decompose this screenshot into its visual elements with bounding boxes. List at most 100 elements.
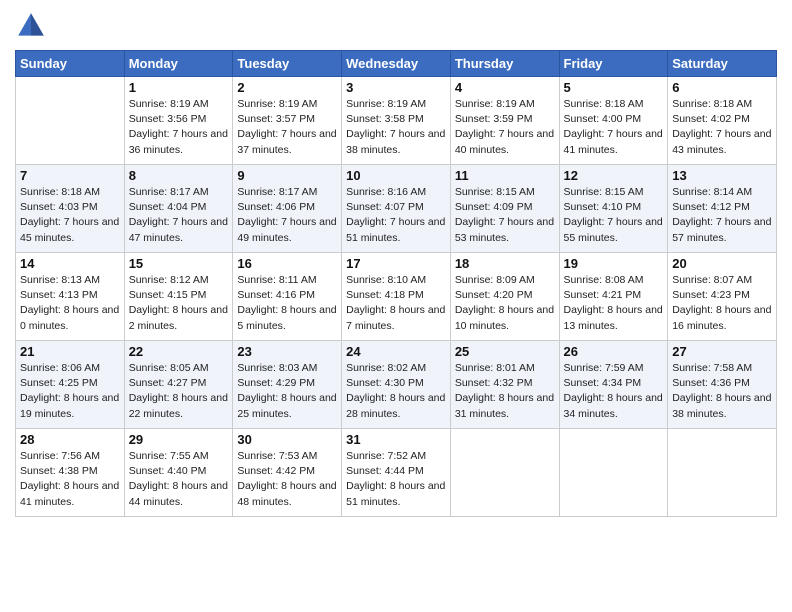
calendar-cell: 16 Sunrise: 8:11 AMSunset: 4:16 PMDayligh… <box>233 253 342 341</box>
calendar-cell: 27Sunrise: 7:58 AMSunset: 4:36 PMDayligh… <box>668 341 777 429</box>
calendar-week-2: 14 Sunrise: 8:13 AMSunset: 4:13 PMDayligh… <box>16 253 777 341</box>
calendar-cell <box>16 77 125 165</box>
day-number: 31 <box>346 432 446 447</box>
day-info: Sunrise: 8:19 AMSunset: 3:59 PMDaylight:… <box>455 97 555 158</box>
day-info: Sunrise: 8:14 AMSunset: 4:12 PMDaylight:… <box>672 185 772 246</box>
calendar-cell <box>668 429 777 517</box>
day-info: Sunrise: 8:02 AMSunset: 4:30 PMDaylight:… <box>346 361 446 422</box>
day-number: 16 <box>237 256 337 271</box>
day-number: 6 <box>672 80 772 95</box>
day-info: Sunrise: 8:09 AMSunset: 4:20 PMDaylight:… <box>455 273 555 334</box>
calendar-week-4: 28 Sunrise: 7:56 AMSunset: 4:38 PMDayligh… <box>16 429 777 517</box>
day-number: 23 <box>237 344 337 359</box>
day-info: Sunrise: 8:19 AMSunset: 3:57 PMDaylight:… <box>237 97 337 158</box>
calendar-cell <box>559 429 668 517</box>
calendar-cell: 12 Sunrise: 8:15 AMSunset: 4:10 PMDayligh… <box>559 165 668 253</box>
calendar-cell: 2Sunrise: 8:19 AMSunset: 3:57 PMDaylight… <box>233 77 342 165</box>
day-number: 28 <box>20 432 120 447</box>
calendar-cell: 26 Sunrise: 7:59 AMSunset: 4:34 PMDayligh… <box>559 341 668 429</box>
calendar-week-3: 21 Sunrise: 8:06 AMSunset: 4:25 PMDayligh… <box>16 341 777 429</box>
day-number: 22 <box>129 344 229 359</box>
day-info: Sunrise: 8:11 AMSunset: 4:16 PMDaylight:… <box>237 273 337 334</box>
calendar-cell: 23 Sunrise: 8:03 AMSunset: 4:29 PMDayligh… <box>233 341 342 429</box>
day-info: Sunrise: 7:59 AMSunset: 4:34 PMDaylight:… <box>564 361 664 422</box>
day-number: 21 <box>20 344 120 359</box>
day-number: 14 <box>20 256 120 271</box>
col-header-saturday: Saturday <box>668 51 777 77</box>
day-number: 27 <box>672 344 772 359</box>
day-number: 10 <box>346 168 446 183</box>
col-header-friday: Friday <box>559 51 668 77</box>
day-info: Sunrise: 8:07 AMSunset: 4:23 PMDaylight:… <box>672 273 772 334</box>
day-info: Sunrise: 8:17 AMSunset: 4:04 PMDaylight:… <box>129 185 229 246</box>
col-header-thursday: Thursday <box>450 51 559 77</box>
day-number: 25 <box>455 344 555 359</box>
calendar-cell: 1Sunrise: 8:19 AMSunset: 3:56 PMDaylight… <box>124 77 233 165</box>
calendar-cell: 9 Sunrise: 8:17 AMSunset: 4:06 PMDaylight… <box>233 165 342 253</box>
calendar-cell: 4 Sunrise: 8:19 AMSunset: 3:59 PMDaylight… <box>450 77 559 165</box>
day-number: 11 <box>455 168 555 183</box>
col-header-sunday: Sunday <box>16 51 125 77</box>
calendar-cell: 6Sunrise: 8:18 AMSunset: 4:02 PMDaylight… <box>668 77 777 165</box>
day-number: 15 <box>129 256 229 271</box>
calendar-table: SundayMondayTuesdayWednesdayThursdayFrid… <box>15 50 777 517</box>
calendar-cell: 30Sunrise: 7:53 AMSunset: 4:42 PMDayligh… <box>233 429 342 517</box>
calendar-week-1: 7 Sunrise: 8:18 AMSunset: 4:03 PMDaylight… <box>16 165 777 253</box>
day-number: 24 <box>346 344 446 359</box>
day-number: 3 <box>346 80 446 95</box>
calendar-cell: 19 Sunrise: 8:08 AMSunset: 4:21 PMDayligh… <box>559 253 668 341</box>
day-info: Sunrise: 8:18 AMSunset: 4:03 PMDaylight:… <box>20 185 120 246</box>
calendar-cell: 29Sunrise: 7:55 AMSunset: 4:40 PMDayligh… <box>124 429 233 517</box>
day-number: 12 <box>564 168 664 183</box>
calendar-cell: 31 Sunrise: 7:52 AMSunset: 4:44 PMDayligh… <box>342 429 451 517</box>
day-number: 20 <box>672 256 772 271</box>
day-number: 7 <box>20 168 120 183</box>
day-info: Sunrise: 7:56 AMSunset: 4:38 PMDaylight:… <box>20 449 120 510</box>
day-info: Sunrise: 8:03 AMSunset: 4:29 PMDaylight:… <box>237 361 337 422</box>
day-number: 26 <box>564 344 664 359</box>
day-info: Sunrise: 8:12 AMSunset: 4:15 PMDaylight:… <box>129 273 229 334</box>
day-number: 5 <box>564 80 664 95</box>
calendar-week-0: 1Sunrise: 8:19 AMSunset: 3:56 PMDaylight… <box>16 77 777 165</box>
calendar-cell: 11Sunrise: 8:15 AMSunset: 4:09 PMDayligh… <box>450 165 559 253</box>
col-header-wednesday: Wednesday <box>342 51 451 77</box>
day-number: 18 <box>455 256 555 271</box>
day-info: Sunrise: 8:06 AMSunset: 4:25 PMDaylight:… <box>20 361 120 422</box>
day-info: Sunrise: 8:13 AMSunset: 4:13 PMDaylight:… <box>20 273 120 334</box>
col-header-tuesday: Tuesday <box>233 51 342 77</box>
day-number: 8 <box>129 168 229 183</box>
calendar-cell <box>450 429 559 517</box>
day-number: 13 <box>672 168 772 183</box>
day-number: 17 <box>346 256 446 271</box>
calendar-cell: 14 Sunrise: 8:13 AMSunset: 4:13 PMDayligh… <box>16 253 125 341</box>
day-number: 4 <box>455 80 555 95</box>
calendar-header-row: SundayMondayTuesdayWednesdayThursdayFrid… <box>16 51 777 77</box>
day-number: 9 <box>237 168 337 183</box>
day-info: Sunrise: 8:17 AMSunset: 4:06 PMDaylight:… <box>237 185 337 246</box>
header <box>15 10 777 42</box>
page: SundayMondayTuesdayWednesdayThursdayFrid… <box>0 0 792 612</box>
logo-icon <box>15 10 47 42</box>
calendar-cell: 20 Sunrise: 8:07 AMSunset: 4:23 PMDayligh… <box>668 253 777 341</box>
calendar-cell: 13 Sunrise: 8:14 AMSunset: 4:12 PMDayligh… <box>668 165 777 253</box>
day-number: 30 <box>237 432 337 447</box>
calendar-cell: 18 Sunrise: 8:09 AMSunset: 4:20 PMDayligh… <box>450 253 559 341</box>
day-info: Sunrise: 8:19 AMSunset: 3:56 PMDaylight:… <box>129 97 229 158</box>
day-info: Sunrise: 8:08 AMSunset: 4:21 PMDaylight:… <box>564 273 664 334</box>
day-info: Sunrise: 8:10 AMSunset: 4:18 PMDaylight:… <box>346 273 446 334</box>
calendar-cell: 15 Sunrise: 8:12 AMSunset: 4:15 PMDayligh… <box>124 253 233 341</box>
calendar-cell: 3Sunrise: 8:19 AMSunset: 3:58 PMDaylight… <box>342 77 451 165</box>
day-info: Sunrise: 7:52 AMSunset: 4:44 PMDaylight:… <box>346 449 446 510</box>
col-header-monday: Monday <box>124 51 233 77</box>
calendar-cell: 17 Sunrise: 8:10 AMSunset: 4:18 PMDayligh… <box>342 253 451 341</box>
day-info: Sunrise: 8:18 AMSunset: 4:00 PMDaylight:… <box>564 97 664 158</box>
day-number: 29 <box>129 432 229 447</box>
calendar-cell: 28 Sunrise: 7:56 AMSunset: 4:38 PMDayligh… <box>16 429 125 517</box>
calendar-cell: 10Sunrise: 8:16 AMSunset: 4:07 PMDayligh… <box>342 165 451 253</box>
calendar-cell: 24 Sunrise: 8:02 AMSunset: 4:30 PMDayligh… <box>342 341 451 429</box>
calendar-cell: 21 Sunrise: 8:06 AMSunset: 4:25 PMDayligh… <box>16 341 125 429</box>
day-number: 19 <box>564 256 664 271</box>
calendar-cell: 22 Sunrise: 8:05 AMSunset: 4:27 PMDayligh… <box>124 341 233 429</box>
day-info: Sunrise: 8:05 AMSunset: 4:27 PMDaylight:… <box>129 361 229 422</box>
day-info: Sunrise: 8:15 AMSunset: 4:10 PMDaylight:… <box>564 185 664 246</box>
